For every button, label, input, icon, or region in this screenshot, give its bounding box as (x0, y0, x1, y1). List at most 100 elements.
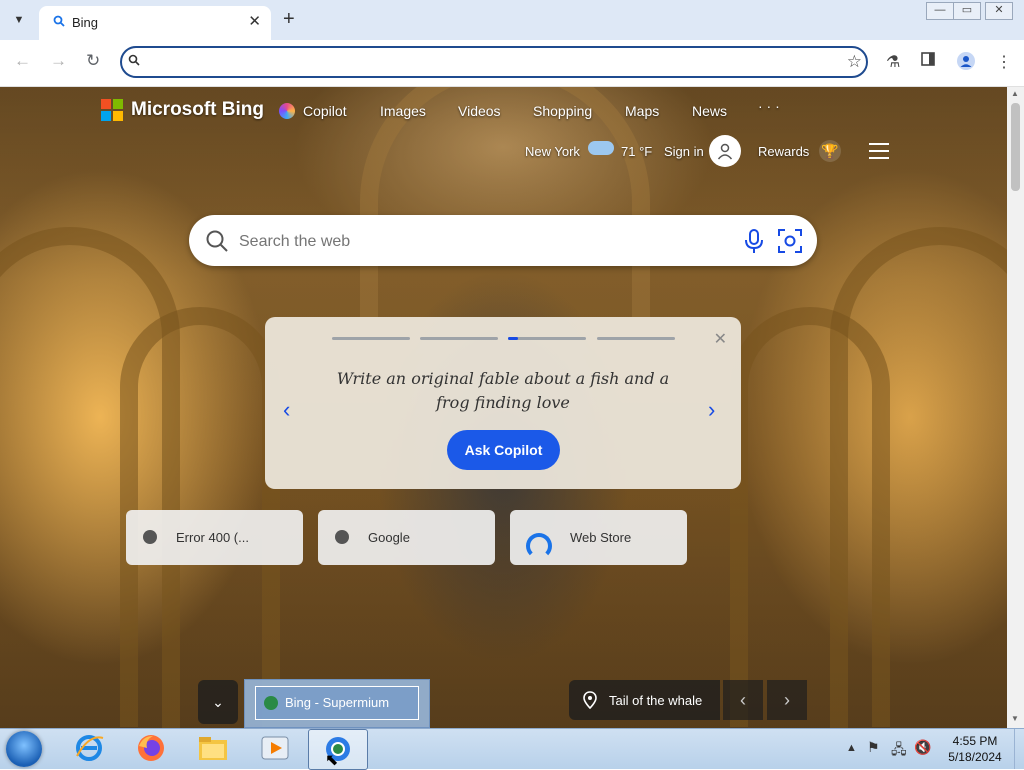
profile-icon[interactable] (957, 52, 975, 75)
nav-images[interactable]: Images (380, 103, 426, 119)
rewards-link[interactable]: Rewards (758, 144, 809, 159)
search-box[interactable] (189, 215, 817, 266)
windows-taskbar: ⬉ ▲ ⚑ 🖧 🔇 4:55 PM 5/18/2024 (0, 728, 1024, 770)
reload-icon[interactable]: ↻ (86, 51, 100, 71)
weather-temp[interactable]: 71 °F (621, 144, 652, 159)
labs-flask-icon[interactable]: ⚗ (886, 52, 900, 72)
quick-link-label: Web Store (570, 530, 632, 545)
chevron-right-icon[interactable]: › (708, 397, 715, 423)
next-image-button[interactable]: › (767, 680, 807, 720)
start-button[interactable] (6, 731, 42, 767)
clock-date: 5/18/2024 (948, 750, 1002, 764)
nav-videos[interactable]: Videos (458, 103, 501, 119)
close-icon[interactable]: ✕ (714, 329, 727, 349)
bookmark-star-icon[interactable]: ☆ (847, 52, 862, 72)
previous-image-button[interactable]: ‹ (723, 680, 763, 720)
mouse-cursor-icon: ⬉ (325, 752, 339, 769)
card-progress-fill (508, 337, 518, 340)
show-hidden-icons[interactable]: ▲ (846, 742, 857, 754)
tab-search-button[interactable]: ▼ (7, 8, 31, 32)
search-icon (205, 229, 229, 258)
action-center-flag-icon[interactable]: ⚑ (867, 739, 880, 756)
internet-explorer-icon[interactable] (73, 732, 105, 764)
card-progress-step[interactable] (508, 337, 586, 340)
clock-time: 4:55 PM (952, 734, 998, 748)
address-input[interactable] (142, 51, 846, 75)
weather-city[interactable]: New York (525, 144, 580, 159)
caption-text: Tail of the whale (609, 693, 703, 708)
quick-link-tile[interactable]: Google (318, 510, 495, 565)
card-progress-step[interactable] (332, 337, 410, 340)
tab-title: Bing (72, 15, 99, 30)
background-ceiling (360, 87, 650, 317)
search-input[interactable] (237, 229, 721, 255)
tab-bing[interactable]: Bing ✕ (39, 6, 271, 40)
thumbnail-title: Bing - Supermium (285, 695, 390, 710)
background-arch (730, 307, 890, 727)
user-avatar-icon[interactable] (709, 135, 741, 167)
copilot-prompt-card: ✕ ‹ › Write an original fable about a fi… (265, 317, 741, 489)
maximize-button[interactable]: ▭ (953, 2, 981, 20)
minimize-button[interactable]: — (926, 2, 954, 20)
menu-kebab-icon[interactable]: ⋮ (996, 52, 1012, 72)
firefox-icon[interactable] (135, 732, 167, 764)
media-player-icon[interactable] (259, 732, 291, 764)
network-icon[interactable]: 🖧 (891, 739, 907, 763)
logo-text: Microsoft Bing (131, 99, 264, 120)
microsoft-logo-icon (101, 99, 123, 121)
scroll-down-icon[interactable]: ▼ (1011, 714, 1019, 723)
web-store-icon (526, 533, 552, 559)
nav-more[interactable]: · · · (758, 98, 780, 114)
trophy-icon[interactable]: 🏆 (819, 140, 841, 162)
quick-link-label: Error 400 (... (176, 530, 249, 545)
new-tab-button[interactable]: + (283, 8, 295, 31)
scroll-up-icon[interactable]: ▲ (1011, 89, 1019, 98)
globe-icon (143, 530, 157, 544)
browser-toolbar: ← → ↻ ☆ ⚗ ⋮ (0, 40, 1024, 87)
taskbar-supermium-button[interactable]: ⬉ (308, 729, 368, 770)
file-explorer-icon[interactable] (197, 732, 229, 764)
nav-copilot[interactable]: Copilot (303, 103, 347, 119)
microphone-icon[interactable] (743, 228, 765, 259)
quick-link-tile[interactable]: Error 400 (... (126, 510, 303, 565)
page-scrollbar[interactable]: ▲ ▼ (1007, 87, 1024, 728)
system-clock[interactable]: 4:55 PM 5/18/2024 (940, 733, 1010, 765)
quick-link-tile[interactable]: Web Store (510, 510, 687, 565)
tab-close-icon[interactable]: ✕ (248, 12, 261, 30)
nav-news[interactable]: News (692, 103, 727, 119)
nav-shopping[interactable]: Shopping (533, 103, 592, 119)
search-icon (128, 53, 140, 71)
chevron-left-icon[interactable]: ‹ (283, 397, 290, 423)
image-caption[interactable]: Tail of the whale (569, 680, 720, 720)
card-progress-step[interactable] (597, 337, 675, 340)
back-arrow-icon[interactable]: ← (14, 51, 31, 71)
forward-arrow-icon[interactable]: → (50, 51, 67, 71)
copilot-prompt-text: Write an original fable about a fish and… (336, 369, 670, 412)
globe-icon (335, 530, 349, 544)
bing-logo[interactable]: Microsoft Bing (101, 99, 264, 121)
show-desktop-button[interactable] (1014, 729, 1024, 769)
hamburger-menu-icon[interactable] (869, 143, 889, 164)
location-pin-icon (583, 691, 597, 714)
card-progress-step[interactable] (420, 337, 498, 340)
nav-maps[interactable]: Maps (625, 103, 659, 119)
chevron-down-icon: ▼ (13, 14, 25, 26)
visual-search-icon[interactable] (777, 228, 803, 259)
volume-muted-icon[interactable]: 🔇 (914, 739, 931, 756)
scroll-down-chevron-icon[interactable]: ⌄ (198, 680, 238, 724)
supermium-icon (264, 696, 278, 710)
sign-in-link[interactable]: Sign in (664, 144, 704, 159)
taskbar-thumbnail-popup[interactable]: Bing - Supermium (244, 679, 430, 728)
scrollbar-thumb[interactable] (1011, 103, 1020, 191)
quick-link-label: Google (368, 530, 410, 545)
ask-copilot-button[interactable]: Ask Copilot (447, 430, 560, 470)
tab-strip: ▼ Bing ✕ + — ▭ ✕ (0, 0, 1024, 40)
copilot-icon (279, 103, 295, 119)
tab-favicon-search-icon (53, 15, 65, 30)
address-bar[interactable]: ☆ (120, 46, 868, 78)
cloud-weather-icon (588, 141, 614, 155)
side-panel-icon[interactable] (921, 52, 935, 71)
close-window-button[interactable]: ✕ (985, 2, 1013, 20)
thumbnail-window-item[interactable]: Bing - Supermium (255, 686, 419, 720)
bing-homepage: Microsoft Bing Copilot Images Videos Sho… (0, 87, 1007, 728)
